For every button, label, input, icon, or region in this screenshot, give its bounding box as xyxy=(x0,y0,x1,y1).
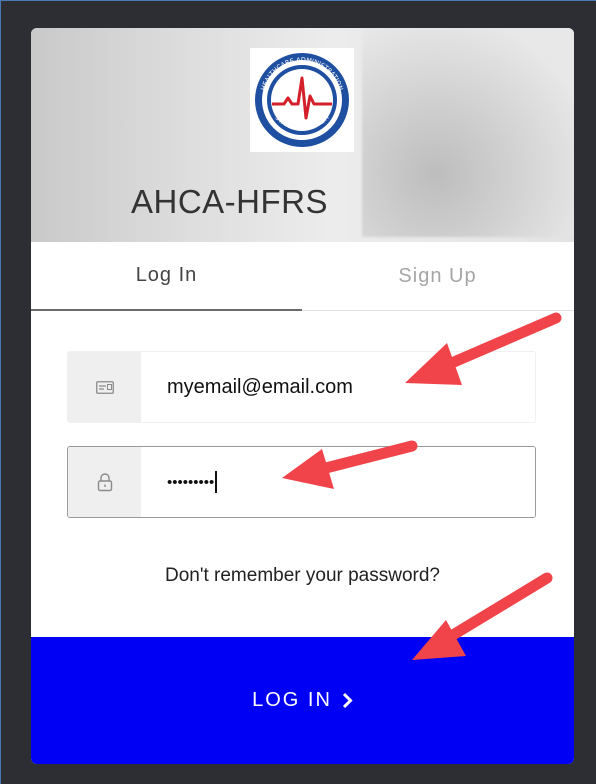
email-field[interactable]: myemail@email.com xyxy=(67,351,536,423)
password-field[interactable]: ••••••••• xyxy=(67,446,536,518)
lock-icon xyxy=(68,447,141,517)
ahca-seal-icon: HEALTHCARE ADMINISTRATION STATE OF FLORI… xyxy=(255,53,349,147)
app-title: AHCA-HFRS xyxy=(131,183,329,220)
chevron-right-icon xyxy=(342,692,353,709)
password-input[interactable]: ••••••••• xyxy=(141,447,535,517)
text-caret xyxy=(215,471,218,493)
log-in-button-label: LOG IN xyxy=(252,689,332,711)
log-in-button[interactable]: LOG IN xyxy=(31,637,574,764)
id-card-icon xyxy=(68,352,141,422)
tab-log-in[interactable]: Log In xyxy=(31,242,302,311)
password-mask: ••••••••• xyxy=(167,473,215,491)
blurred-region xyxy=(362,28,574,237)
card-header: HEALTHCARE ADMINISTRATION STATE OF FLORI… xyxy=(31,28,574,242)
ahca-logo: HEALTHCARE ADMINISTRATION STATE OF FLORI… xyxy=(250,48,354,152)
login-card: HEALTHCARE ADMINISTRATION STATE OF FLORI… xyxy=(31,28,574,764)
email-input[interactable]: myemail@email.com xyxy=(141,352,535,422)
tab-sign-up[interactable]: Sign Up xyxy=(302,242,573,310)
auth-tabs: Log In Sign Up xyxy=(31,242,574,311)
forgot-password-link[interactable]: Don't remember your password? xyxy=(31,565,574,587)
